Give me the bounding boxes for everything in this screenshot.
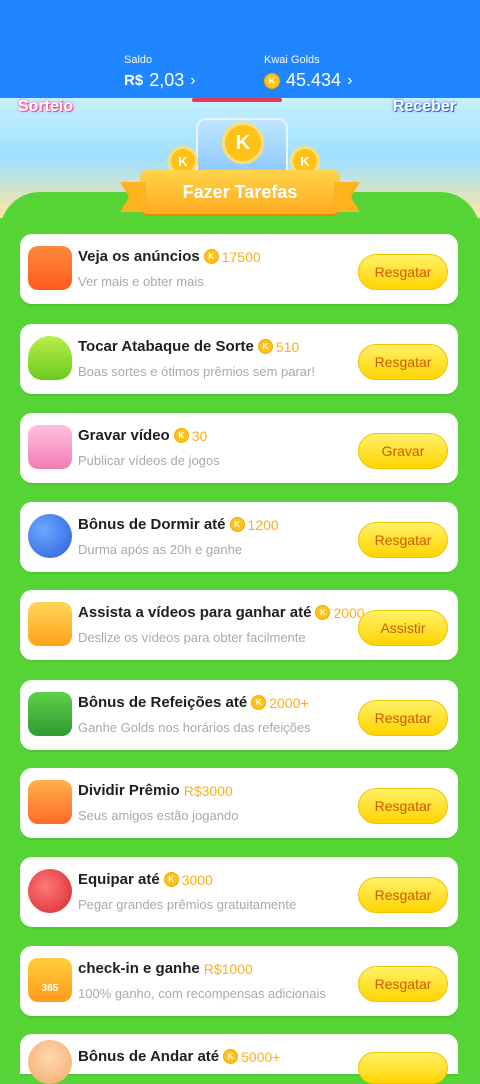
- golds-label: Kwai Golds: [264, 54, 320, 66]
- receber-link[interactable]: Receber: [393, 98, 456, 116]
- task-card: 365 check-in e ganhe R$1000 100% ganho, …: [20, 946, 458, 1016]
- task-subtitle: Deslize os vídeos para obter facilmente: [78, 630, 306, 645]
- task-subtitle: Ver mais e obter mais: [78, 274, 204, 289]
- coin-icon: K: [251, 695, 267, 710]
- task-reward: R$1000: [203, 960, 253, 977]
- task-card: Bônus de Andar até K 5000+: [20, 1034, 458, 1084]
- task-card: Bônus de Dormir até K 1200 Durma após as …: [20, 502, 458, 572]
- task-title: Gravar vídeo: [78, 427, 170, 444]
- task-subtitle: Seus amigos estão jogando: [78, 808, 239, 823]
- task-action-button[interactable]: [358, 1052, 448, 1084]
- task-subtitle: Ganhe Golds nos horários das refeições: [78, 720, 311, 735]
- task-card: Dividir Prêmio R$3000 Seus amigos estão …: [20, 768, 458, 838]
- golds-value: 45.434: [286, 70, 342, 90]
- task-action-button[interactable]: Resgatar: [358, 522, 448, 558]
- task-title: check-in e ganhe: [78, 960, 200, 977]
- chevron-right-icon: ›: [347, 71, 353, 89]
- coin-icon: K: [173, 428, 189, 443]
- coin-icon: K: [315, 605, 331, 620]
- task-title: Bônus de Refeições até: [78, 694, 248, 711]
- task-reward: 1200: [247, 516, 279, 533]
- task-action-button[interactable]: Assistir: [358, 610, 448, 646]
- coin-icon: K: [257, 339, 273, 354]
- chevron-right-icon: ›: [190, 71, 196, 89]
- task-subtitle: Boas sortes e ótimos prêmios sem parar!: [78, 364, 315, 379]
- calendar-icon: 365: [28, 958, 72, 1002]
- kwai-coin-icon: K: [264, 72, 280, 89]
- task-action-button[interactable]: Resgatar: [358, 344, 448, 380]
- task-title: Bônus de Andar até: [78, 1048, 220, 1065]
- camera-icon: [28, 425, 72, 469]
- task-title: Assista a vídeos para ganhar até: [78, 604, 312, 621]
- drum-icon: [28, 336, 72, 380]
- task-card: Veja os anúncios K 17500 Ver mais e obter…: [20, 234, 458, 304]
- big-coin-icon: K: [222, 122, 264, 164]
- task-subtitle: Publicar vídeos de jogos: [78, 453, 220, 468]
- golds-block[interactable]: Kwai Golds K 45.434 ›: [264, 54, 352, 91]
- coin-icon: K: [229, 517, 245, 532]
- task-action-button[interactable]: Resgatar: [358, 700, 448, 736]
- task-action-button[interactable]: Resgatar: [358, 254, 448, 290]
- task-reward: 3000: [181, 871, 213, 888]
- saldo-block[interactable]: Saldo R$ 2,03 ›: [124, 54, 196, 91]
- task-card: Gravar vídeo K 30 Publicar vídeos de jogo…: [20, 413, 458, 483]
- coin-icon: K: [203, 249, 219, 264]
- section-title: Fazer Tarefas: [182, 181, 298, 202]
- task-reward: 2000+: [269, 694, 309, 711]
- task-subtitle: Pegar grandes prêmios gratuitamente: [78, 897, 297, 912]
- task-subtitle: Durma após as 20h e ganhe: [78, 542, 243, 557]
- task-card: Equipar até K 3000 Pegar grandes prêmios …: [20, 857, 458, 927]
- video-camera-icon: [28, 602, 72, 646]
- saldo-value: 2,03: [149, 70, 185, 90]
- task-action-button[interactable]: Resgatar: [358, 877, 448, 913]
- task-reward: 17500: [221, 248, 261, 265]
- task-card: Bônus de Refeições até K 2000+ Ganhe Gold…: [20, 680, 458, 750]
- coin-icon: K: [223, 1049, 239, 1064]
- task-reward: 5000+: [241, 1048, 281, 1065]
- gift-icon: [28, 780, 72, 824]
- task-reward: 30: [191, 427, 208, 444]
- task-action-button[interactable]: Resgatar: [358, 788, 448, 824]
- task-title: Dividir Prêmio: [78, 782, 180, 799]
- calendar-label: 365: [41, 983, 59, 994]
- sorteio-link[interactable]: Sorteio: [18, 98, 73, 116]
- task-subtitle: 100% ganho, com recompensas adicionais: [78, 986, 326, 1001]
- boxing-glove-icon: [28, 869, 72, 913]
- saldo-label: Saldo: [124, 54, 153, 66]
- moon-icon: [28, 514, 72, 558]
- task-reward: R$3000: [183, 782, 233, 799]
- task-card: Tocar Atabaque de Sorte K 510 Boas sortes…: [20, 324, 458, 394]
- tv-icon: [28, 246, 72, 290]
- task-card: Assista a vídeos para ganhar até K 2000 D…: [20, 590, 458, 660]
- banner-indicator: [192, 98, 282, 102]
- lunchbox-icon: [28, 692, 72, 736]
- top-bar: Saldo R$ 2,03 › Kwai Golds K 45.434 ›: [0, 0, 480, 98]
- task-action-button[interactable]: Gravar: [358, 433, 448, 469]
- task-title: Tocar Atabaque de Sorte: [78, 338, 254, 355]
- saldo-currency: R$: [124, 72, 144, 89]
- walker-avatar-icon: [28, 1040, 72, 1084]
- task-title: Bônus de Dormir até: [78, 516, 226, 533]
- section-title-ribbon: Fazer Tarefas: [140, 170, 340, 214]
- task-reward: 510: [275, 338, 300, 355]
- task-title: Veja os anúncios: [78, 248, 200, 265]
- task-title: Equipar até: [78, 871, 160, 888]
- coin-icon: K: [163, 872, 179, 887]
- task-action-button[interactable]: Resgatar: [358, 966, 448, 1002]
